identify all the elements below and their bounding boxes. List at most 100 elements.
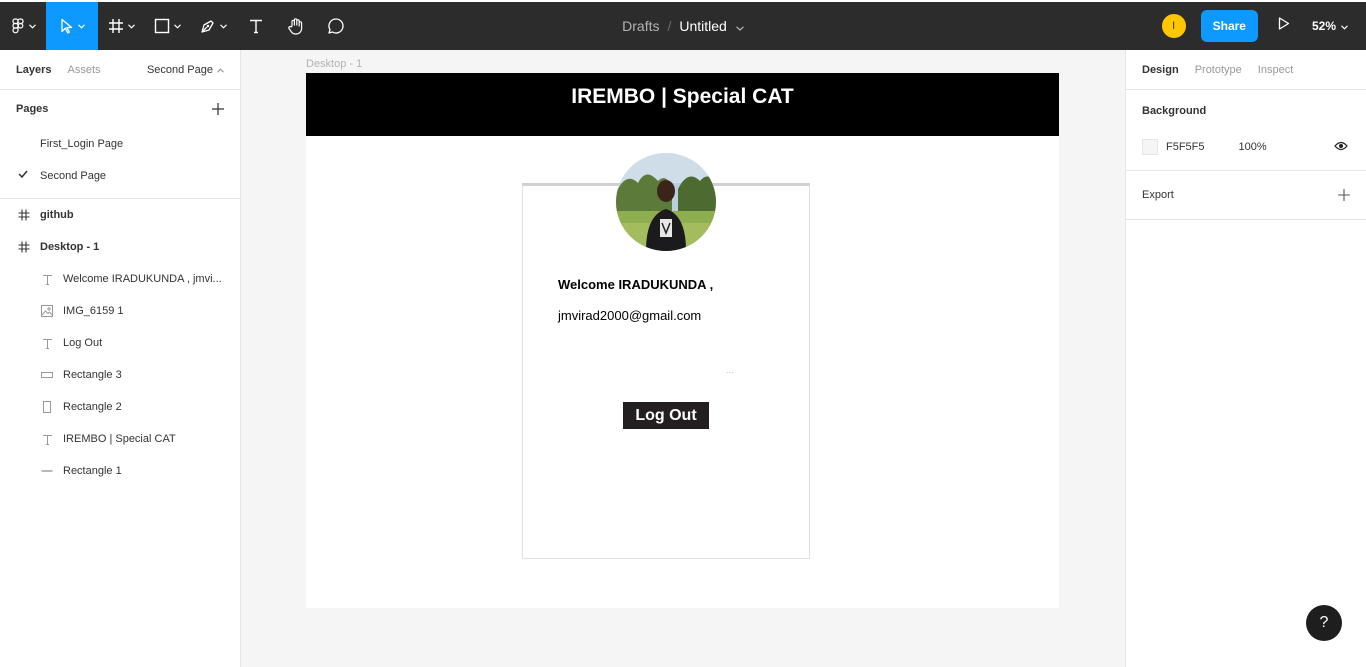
breadcrumb-drafts[interactable]: Drafts [622, 18, 659, 34]
frame-icon [18, 241, 30, 253]
chevron-down-icon [127, 23, 135, 29]
cursor-arrow-icon [60, 18, 74, 34]
desktop-frame[interactable]: IREMBO | Special CAT Welcome IRADUKUNDA … [306, 73, 1059, 608]
tab-assets[interactable]: Assets [67, 64, 100, 76]
figma-logo-icon [11, 18, 25, 34]
text-tool-button[interactable] [236, 2, 276, 50]
toolbar-right: I Share 52% [1161, 2, 1366, 50]
zoom-dropdown[interactable]: 52% [1312, 19, 1348, 33]
pen-tool-button[interactable] [190, 2, 236, 50]
background-hex-value[interactable]: F5F5F5 [1166, 141, 1205, 153]
layers-list: github Desktop - 1 Welcome IRADUKUNDA , … [0, 198, 240, 487]
frame-hash-icon [108, 18, 124, 34]
page-item-first-login[interactable]: First_Login Page [0, 128, 240, 160]
export-label: Export [1142, 189, 1174, 201]
add-page-plus-icon[interactable] [212, 99, 224, 120]
layer-label: Rectangle 3 [63, 369, 122, 381]
background-section: Background F5F5F5 100% [1126, 90, 1366, 171]
frame-icon [18, 209, 30, 221]
background-opacity-value[interactable]: 100% [1239, 141, 1267, 153]
breadcrumb-separator: / [667, 18, 672, 34]
layer-github[interactable]: github [0, 199, 240, 231]
main-menu-button[interactable] [0, 2, 46, 50]
eye-visibility-icon[interactable] [1334, 141, 1348, 154]
checkmark-icon [18, 169, 28, 182]
share-button[interactable]: Share [1200, 10, 1258, 42]
layer-label: IREMBO | Special CAT [63, 433, 176, 445]
comment-bubble-icon [327, 17, 345, 35]
line-icon [41, 465, 53, 477]
right-panel-tabs: Design Prototype Inspect [1126, 50, 1366, 90]
tab-layers[interactable]: Layers [16, 64, 51, 76]
chevron-down-icon [1341, 19, 1348, 33]
layer-rectangle-1[interactable]: Rectangle 1 [0, 455, 240, 487]
zoom-level: 52% [1311, 19, 1336, 33]
chevron-down-icon [173, 23, 181, 29]
chevron-up-icon [217, 64, 224, 76]
frame-header-title[interactable]: IREMBO | Special CAT [306, 73, 1059, 136]
layer-img-6159[interactable]: IMG_6159 1 [0, 295, 240, 327]
pen-icon [200, 18, 216, 34]
rectangle-icon [41, 401, 53, 413]
page-item-label: First_Login Page [40, 138, 124, 150]
text-icon [41, 273, 53, 285]
image-icon [41, 305, 53, 317]
layer-welcome-text[interactable]: Welcome IRADUKUNDA , jmvi... [0, 263, 240, 295]
text-t-icon [248, 18, 264, 34]
tab-design[interactable]: Design [1142, 64, 1179, 76]
layer-label: Rectangle 2 [63, 401, 122, 413]
layer-desktop-1[interactable]: Desktop - 1 [0, 231, 240, 263]
layer-rectangle-2[interactable]: Rectangle 2 [0, 391, 240, 423]
comment-tool-button[interactable] [316, 2, 356, 50]
welcome-text[interactable]: Welcome IRADUKUNDA , [558, 277, 713, 292]
layer-label: IMG_6159 1 [63, 305, 124, 317]
user-avatar[interactable]: I [1161, 14, 1186, 38]
export-section: Export [1126, 171, 1366, 220]
hand-tool-button[interactable] [276, 2, 316, 50]
logout-button[interactable]: Log Out [623, 402, 709, 429]
page-item-second-page[interactable]: Second Page [0, 160, 240, 192]
layer-rectangle-3[interactable]: Rectangle 3 [0, 359, 240, 391]
layer-label: Rectangle 1 [63, 465, 122, 477]
current-page-label: Second Page [146, 63, 213, 76]
chevron-down-icon [219, 23, 227, 29]
frame-label[interactable]: Desktop - 1 [306, 58, 362, 70]
add-export-plus-icon[interactable] [1338, 185, 1350, 206]
background-fill-row[interactable]: F5F5F5 100% [1142, 132, 1350, 170]
rectangle-icon [154, 18, 170, 34]
right-panel: Design Prototype Inspect Background F5F5… [1125, 50, 1366, 667]
ellipsis-text: ... [726, 365, 734, 375]
text-icon [41, 337, 53, 349]
text-icon [41, 433, 53, 445]
layer-label: Welcome IRADUKUNDA , jmvi... [63, 273, 222, 285]
chevron-down-icon [28, 23, 36, 29]
profile-photo[interactable] [616, 153, 716, 251]
layer-label: github [40, 209, 74, 221]
frame-tool-button[interactable] [98, 2, 144, 50]
current-page-selector[interactable]: Second Page [147, 64, 224, 76]
tab-prototype[interactable]: Prototype [1195, 64, 1242, 76]
tab-inspect[interactable]: Inspect [1258, 64, 1293, 76]
left-panel-tabs: Layers Assets Second Page [0, 50, 240, 90]
chevron-down-icon [77, 23, 85, 29]
layer-log-out-text[interactable]: Log Out [0, 327, 240, 359]
play-icon[interactable] [1278, 17, 1290, 35]
left-panel: Layers Assets Second Page Pages First_Lo… [0, 50, 241, 667]
file-title[interactable]: Untitled [679, 18, 726, 34]
page-item-label: Second Page [40, 170, 107, 182]
pages-header: Pages [0, 90, 240, 128]
export-row[interactable]: Export [1142, 171, 1350, 219]
layer-irembo-title[interactable]: IREMBO | Special CAT [0, 423, 240, 455]
hand-icon [287, 17, 305, 35]
rectangle-icon [41, 369, 53, 381]
shape-tool-button[interactable] [144, 2, 190, 50]
help-button[interactable]: ? [1306, 605, 1342, 641]
design-canvas[interactable]: Desktop - 1 IREMBO | Special CAT Welcome… [241, 50, 1125, 667]
background-heading: Background [1142, 105, 1207, 117]
chevron-down-icon[interactable] [735, 18, 744, 34]
layer-label: Log Out [63, 337, 103, 349]
background-color-swatch[interactable] [1142, 139, 1158, 155]
pages-heading: Pages [16, 103, 49, 115]
move-tool-button[interactable] [46, 2, 98, 50]
email-text[interactable]: jmvirad2000@gmail.com [558, 308, 701, 323]
